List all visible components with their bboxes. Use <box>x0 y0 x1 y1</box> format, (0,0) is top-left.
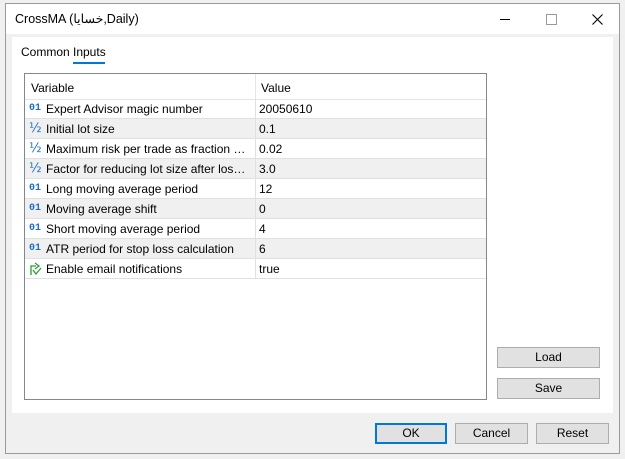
variable-value[interactable]: 6 <box>259 242 266 256</box>
variable-value[interactable]: 12 <box>259 182 272 196</box>
variable-name: Maximum risk per trade as fraction of fr… <box>46 142 250 156</box>
double-icon: ½ <box>29 141 42 156</box>
variable-value[interactable]: true <box>259 262 280 276</box>
maximize-icon <box>545 13 557 25</box>
cancel-button[interactable]: Cancel <box>455 423 528 444</box>
variable-name: Moving average shift <box>46 202 157 216</box>
table-row[interactable]: 01 ATR period for stop loss calculation 6 <box>25 239 486 259</box>
load-button[interactable]: Load <box>497 347 600 368</box>
variable-value[interactable]: 20050610 <box>259 102 312 116</box>
cell-divider <box>255 119 256 139</box>
integer-icon: 01 <box>29 223 42 234</box>
variable-name: Enable email notifications <box>46 262 183 276</box>
properties-dialog: CrossMA (خسايا,Daily) Common Inputs Vari… <box>5 3 620 454</box>
integer-icon: 01 <box>29 203 42 214</box>
variable-value[interactable]: 0 <box>259 202 266 216</box>
column-divider[interactable] <box>255 74 256 99</box>
ok-button[interactable]: OK <box>375 423 447 444</box>
table-header: Variable Value <box>25 74 486 100</box>
inputs-table: Variable Value 01 Expert Advisor magic nu… <box>24 73 487 400</box>
table-row[interactable]: 01 Expert Advisor magic number 20050610 <box>25 99 486 119</box>
boolean-icon <box>29 262 43 276</box>
integer-icon: 01 <box>29 103 42 114</box>
column-header-value[interactable]: Value <box>261 81 291 95</box>
table-row[interactable]: ½ Maximum risk per trade as fraction of f… <box>25 139 486 159</box>
integer-icon: 01 <box>29 183 42 194</box>
cell-divider <box>255 259 256 279</box>
save-button[interactable]: Save <box>497 378 600 399</box>
variable-name: Long moving average period <box>46 182 199 196</box>
double-icon: ½ <box>29 161 42 176</box>
variable-name: Initial lot size <box>46 122 115 136</box>
cell-divider <box>255 179 256 199</box>
variable-name: ATR period for stop loss calculation <box>46 242 234 256</box>
variable-value[interactable]: 0.02 <box>259 142 282 156</box>
cell-divider <box>255 199 256 219</box>
window-title: CrossMA (خسايا,Daily) <box>15 12 139 26</box>
table-row[interactable]: 01 Long moving average period 12 <box>25 179 486 199</box>
cell-divider <box>255 139 256 159</box>
variable-name: Factor for reducing lot size after losse… <box>46 162 250 176</box>
double-icon: ½ <box>29 121 42 136</box>
minimize-icon <box>500 18 510 20</box>
table-row[interactable]: 01 Short moving average period 4 <box>25 219 486 239</box>
variable-value[interactable]: 4 <box>259 222 266 236</box>
variable-name: Short moving average period <box>46 222 201 236</box>
close-button[interactable] <box>574 4 620 34</box>
table-row[interactable]: 01 Moving average shift 0 <box>25 199 486 219</box>
maximize-button <box>528 4 574 34</box>
close-icon <box>591 13 603 25</box>
tab-common[interactable]: Common <box>21 45 70 59</box>
tab-inputs[interactable]: Inputs <box>73 45 106 59</box>
cell-divider <box>255 159 256 179</box>
table-row[interactable]: ½ Initial lot size 0.1 <box>25 119 486 139</box>
cell-divider <box>255 99 256 119</box>
integer-icon: 01 <box>29 243 42 254</box>
title-bar[interactable]: CrossMA (خسايا,Daily) <box>6 4 619 34</box>
table-row[interactable]: Enable email notifications true <box>25 259 486 279</box>
cell-divider <box>255 239 256 259</box>
column-header-variable[interactable]: Variable <box>31 81 74 95</box>
reset-button[interactable]: Reset <box>536 423 609 444</box>
variable-value[interactable]: 0.1 <box>259 122 276 136</box>
active-tab-indicator <box>73 62 105 64</box>
cell-divider <box>255 219 256 239</box>
table-row[interactable]: ½ Factor for reducing lot size after loss… <box>25 159 486 179</box>
variable-value[interactable]: 3.0 <box>259 162 276 176</box>
variable-name: Expert Advisor magic number <box>46 102 203 116</box>
minimize-button[interactable] <box>482 4 528 34</box>
